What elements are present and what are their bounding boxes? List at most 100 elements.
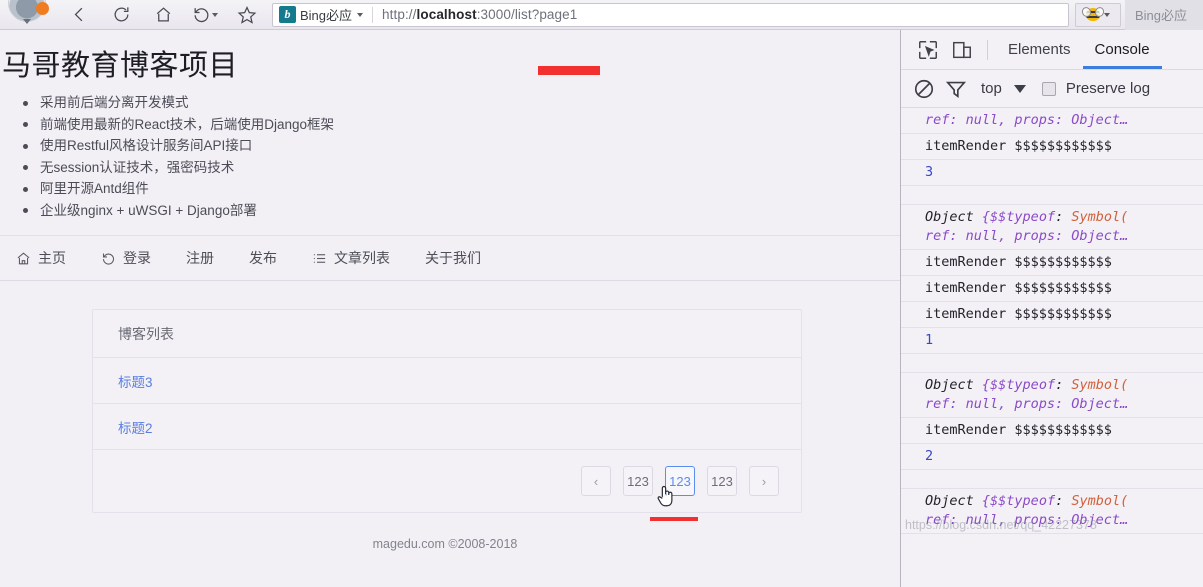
tab-elements[interactable]: Elements (996, 30, 1083, 69)
console-blank-row (901, 470, 1203, 489)
pagination-next-button[interactable]: › (749, 466, 779, 496)
profile-avatar-button[interactable] (0, 0, 58, 30)
back-button[interactable] (58, 0, 100, 30)
nav-item-article-list[interactable]: 文章列表 (312, 248, 411, 268)
console-context-select[interactable]: top (981, 80, 1002, 97)
device-toolbar-icon (953, 41, 971, 58)
console-blank-row (901, 354, 1203, 373)
nav-item-home[interactable]: 主页 (14, 248, 87, 268)
divider (987, 39, 988, 60)
history-button[interactable] (184, 0, 226, 30)
devtools-tabbar: Elements Console (901, 30, 1203, 70)
console-text: ref: null, props: Object… (925, 112, 1129, 128)
tab-console[interactable]: Console (1083, 30, 1162, 69)
home-button[interactable] (142, 0, 184, 30)
preserve-log-label: Preserve log (1065, 80, 1151, 97)
annotation-underline (650, 517, 698, 521)
chevron-down-icon[interactable] (23, 18, 31, 24)
filter-funnel-icon[interactable] (945, 78, 967, 100)
search-engine-chip[interactable]: b Bing必应 (279, 5, 364, 24)
inspect-element-button[interactable] (911, 35, 945, 65)
back-arrow-icon (74, 7, 82, 22)
console-object-continuation[interactable]: ref: null, props: Object… (901, 108, 1203, 134)
nav-item-register[interactable]: 注册 (186, 248, 235, 268)
bee-extension-icon (1086, 8, 1100, 21)
list-item: 企业级nginx + uWSGI + Django部署 (22, 200, 900, 222)
pagination-page-button[interactable]: 123 (707, 466, 737, 496)
history-back-icon (194, 8, 209, 23)
page-footer: magedu.com ©2008-2018 (372, 537, 518, 551)
home-icon (156, 7, 170, 22)
console-value-row: 2 (901, 444, 1203, 470)
table-row[interactable]: 标题3 (93, 358, 801, 404)
bing-logo-icon: b (279, 6, 296, 23)
address-bar[interactable]: b Bing必应 http://localhost:3000/list?page… (272, 2, 1069, 27)
table-row[interactable]: 标题2 (93, 404, 801, 450)
devtools-panel: Elements Console top Preserve log ref: n… (900, 30, 1203, 587)
console-object-continuation: ref: null, props: Object… (925, 228, 1129, 244)
blog-link[interactable]: 标题2 (118, 417, 153, 437)
url-prefix: http:// (382, 7, 417, 22)
annotation-rectangle (538, 66, 600, 75)
device-toolbar-button[interactable] (945, 35, 979, 65)
list-item: 采用前后端分离开发模式 (22, 92, 900, 114)
nav-item-label: 发布 (249, 250, 277, 266)
chevron-down-icon[interactable] (357, 12, 364, 17)
console-object-continuation: ref: null, props: Object… (925, 396, 1129, 412)
console-blank-row (901, 186, 1203, 205)
nav-item-about-us[interactable]: 关于我们 (425, 248, 502, 268)
site-navigation: 主页 登录 注册 发布 文章列表 关于我们 (0, 235, 900, 281)
blog-list-card: 博客列表 标题3 标题2 ‹ 123 123 123 › (92, 309, 802, 513)
avatar-badge-icon (36, 1, 49, 15)
page-title: 马哥教育博客项目 (2, 50, 239, 82)
pagination-page-button-active[interactable]: 123 (665, 466, 695, 496)
console-object-head: Object (925, 493, 982, 509)
console-object-colon: : (1055, 209, 1072, 225)
bookmark-button[interactable] (226, 0, 268, 30)
login-icon (102, 253, 114, 265)
home-icon (17, 251, 30, 264)
list-icon (313, 253, 326, 263)
console-log-row: itemRender $$$$$$$$$$$$ (901, 302, 1203, 328)
console-output[interactable]: ref: null, props: Object… itemRender $$$… (901, 108, 1203, 534)
console-object-row[interactable]: Object {$$typeof: Symbol( ref: null, pro… (901, 373, 1203, 418)
preserve-log-checkbox[interactable] (1041, 81, 1056, 96)
console-object-brace: { (981, 377, 991, 393)
feature-list: 采用前后端分离开发模式 前端使用最新的React技术，后端使用Django框架 … (0, 90, 900, 221)
console-object-colon: : (1055, 493, 1072, 509)
console-object-symbol: Symbol( (1071, 209, 1129, 225)
console-object-continuation: ref: null, props: Object… (925, 512, 1129, 528)
console-object-row[interactable]: Object {$$typeof: Symbol( ref: null, pro… (901, 489, 1203, 534)
console-object-prop: $$typeof (990, 377, 1056, 393)
web-page-content: 马哥教育博客项目 采用前后端分离开发模式 前端使用最新的React技术，后端使用… (0, 30, 900, 587)
console-object-row[interactable]: Object {$$typeof: Symbol( ref: null, pro… (901, 205, 1203, 250)
chevron-down-icon[interactable] (212, 12, 218, 17)
nav-item-label: 注册 (186, 250, 214, 266)
console-object-prop: $$typeof (990, 493, 1056, 509)
reload-button[interactable] (100, 0, 142, 30)
console-toolbar: top Preserve log (901, 70, 1203, 108)
blog-link[interactable]: 标题3 (118, 371, 153, 391)
browser-toolbar: b Bing必应 http://localhost:3000/list?page… (0, 0, 1203, 30)
chevron-down-icon[interactable] (1104, 12, 1110, 17)
url-host: localhost (416, 7, 477, 22)
pagination-prev-button[interactable]: ‹ (581, 466, 611, 496)
nav-item-login[interactable]: 登录 (101, 248, 172, 268)
console-object-head: Object (925, 209, 982, 225)
clear-console-icon[interactable] (913, 78, 935, 100)
extension-button[interactable] (1075, 2, 1121, 27)
chevron-down-icon[interactable] (1013, 84, 1026, 93)
console-object-prop: $$typeof (990, 209, 1056, 225)
nav-item-label: 主页 (38, 250, 66, 266)
nav-item-label: 关于我们 (425, 250, 481, 266)
console-value-row: 1 (901, 328, 1203, 354)
console-log-row: itemRender $$$$$$$$$$$$ (901, 276, 1203, 302)
main-content: 博客列表 标题3 标题2 ‹ 123 123 123 › magedu.com … (0, 281, 900, 551)
screen: b Bing必应 http://localhost:3000/list?page… (0, 0, 1203, 587)
browser-tab-bing[interactable]: Bing必应 (1125, 0, 1203, 30)
console-object-brace: { (981, 209, 991, 225)
card-header: 博客列表 (93, 310, 801, 358)
star-icon (237, 5, 257, 24)
pagination-page-button[interactable]: 123 (623, 466, 653, 496)
nav-item-publish[interactable]: 发布 (249, 248, 298, 268)
